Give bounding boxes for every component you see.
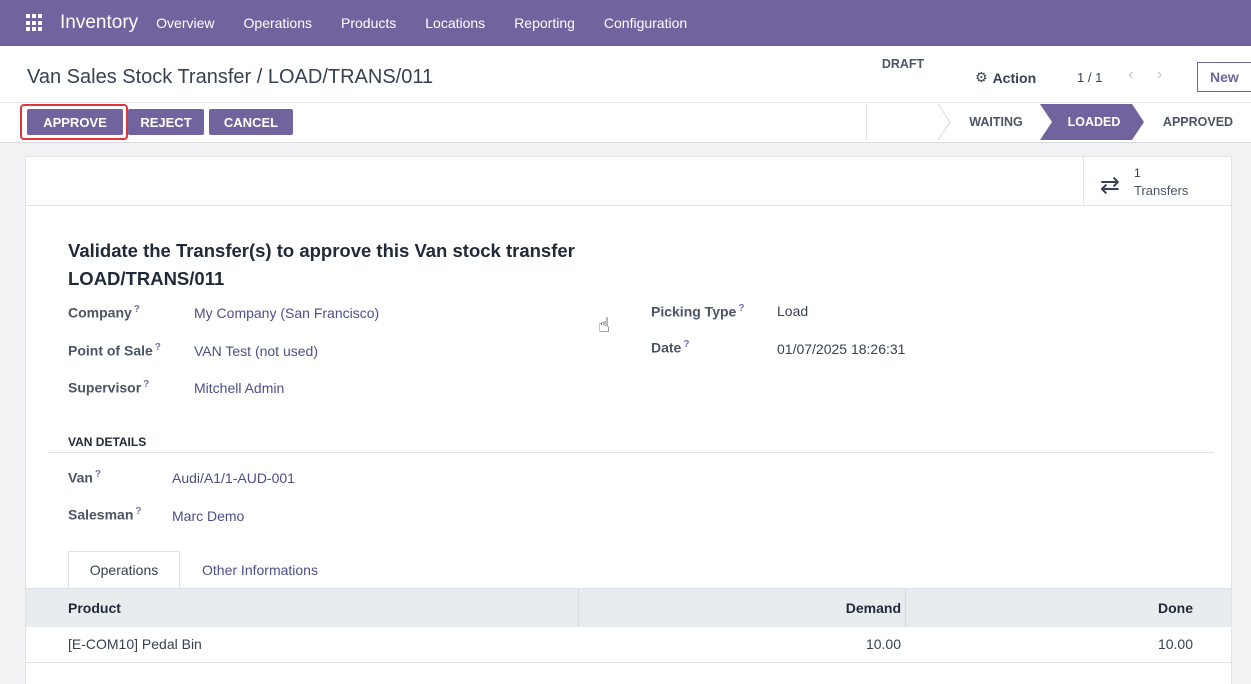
van-label-text: Van <box>68 469 93 486</box>
company-label-text: Company <box>68 304 132 321</box>
supervisor-value[interactable]: Mitchell Admin <box>194 380 284 396</box>
smart-button-box: ⇄ 1 Transfers <box>26 157 1231 206</box>
form-sheet: ⇄ 1 Transfers Validate the Transfer(s) t… <box>25 156 1232 684</box>
help-icon[interactable]: ? <box>143 379 149 390</box>
picking-type-value[interactable]: Load <box>777 303 808 319</box>
supervisor-label: Supervisor? <box>68 379 149 396</box>
cell-demand[interactable]: 10.00 <box>579 626 901 662</box>
control-panel: Van Sales Stock Transfer / LOAD/TRANS/01… <box>0 46 1251 143</box>
help-icon[interactable]: ? <box>683 339 689 350</box>
help-icon[interactable]: ? <box>95 469 101 480</box>
control-divider <box>0 102 1251 103</box>
pager-next-icon[interactable]: › <box>1157 66 1162 84</box>
picking-type-label: Picking Type? <box>651 303 744 320</box>
menu-operations[interactable]: Operations <box>244 15 312 31</box>
stage-draft[interactable]: DRAFT <box>868 46 938 82</box>
transfers-label: Transfers <box>1134 183 1189 198</box>
stage-waiting[interactable]: WAITING <box>952 104 1040 140</box>
point-of-sale-label: Point of Sale? <box>68 342 161 359</box>
apps-grid-icon[interactable] <box>26 14 44 32</box>
picking-type-label-text: Picking Type <box>651 303 737 320</box>
menu-products[interactable]: Products <box>341 15 396 31</box>
company-label: Company? <box>68 304 140 321</box>
help-icon[interactable]: ? <box>135 506 141 517</box>
supervisor-label-text: Supervisor <box>68 379 142 396</box>
company-value[interactable]: My Company (San Francisco) <box>194 305 379 321</box>
action-label: Action <box>992 69 1037 86</box>
menu-configuration[interactable]: Configuration <box>604 15 687 31</box>
table-header: Product Demand Done <box>26 588 1231 627</box>
van-label: Van? <box>68 469 101 486</box>
pager-previous-icon[interactable]: ‹ <box>1128 66 1133 84</box>
approve-highlight-box <box>20 104 128 140</box>
stage-approved[interactable]: APPROVED <box>1148 104 1248 140</box>
menu-overview[interactable]: Overview <box>156 15 214 31</box>
stage-loaded[interactable]: LOADED <box>1052 104 1136 140</box>
point-of-sale-label-text: Point of Sale <box>68 342 153 359</box>
column-product[interactable]: Product <box>68 589 121 627</box>
menu-locations[interactable]: Locations <box>425 15 485 31</box>
salesman-value[interactable]: Marc Demo <box>172 508 244 524</box>
stage-separator <box>938 104 951 140</box>
salesman-label-text: Salesman <box>68 506 134 523</box>
column-done[interactable]: Done <box>906 589 1193 627</box>
column-demand[interactable]: Demand <box>579 589 901 627</box>
cancel-button[interactable]: CANCEL <box>209 109 293 135</box>
help-icon[interactable]: ? <box>155 342 161 353</box>
reject-button[interactable]: REJECT <box>128 109 204 135</box>
status-divider <box>866 104 867 140</box>
help-icon[interactable]: ? <box>738 303 744 314</box>
breadcrumb[interactable]: Van Sales Stock Transfer / LOAD/TRANS/01… <box>27 66 433 89</box>
table-row[interactable]: [E-COM10] Pedal Bin 10.00 10.00 <box>26 626 1231 663</box>
tab-operations[interactable]: Operations <box>68 551 180 589</box>
point-of-sale-value[interactable]: VAN Test (not used) <box>194 343 318 359</box>
date-value[interactable]: 01/07/2025 18:26:31 <box>777 341 905 357</box>
action-button[interactable]: ⚙ Action <box>975 69 1036 86</box>
form-title: Validate the Transfer(s) to approve this… <box>68 240 575 289</box>
transfers-smart-button[interactable]: ⇄ 1 Transfers <box>1083 157 1230 205</box>
new-button[interactable]: New <box>1197 62 1251 92</box>
tab-other-informations[interactable]: Other Informations <box>180 551 340 589</box>
date-label-text: Date <box>651 339 682 356</box>
cell-done[interactable]: 10.00 <box>906 626 1193 662</box>
van-value[interactable]: Audi/A1/1-AUD-001 <box>172 470 295 486</box>
hand-cursor-icon: ☝ <box>598 315 611 337</box>
pager-value[interactable]: 1 / 1 <box>1077 70 1102 85</box>
menu-reporting[interactable]: Reporting <box>514 15 575 31</box>
salesman-label: Salesman? <box>68 506 141 523</box>
date-label: Date? <box>651 339 689 356</box>
transfers-count: 1 <box>1134 166 1141 180</box>
section-divider <box>48 452 1214 453</box>
top-navbar: Inventory Overview Operations Products L… <box>0 0 1251 46</box>
help-icon[interactable]: ? <box>134 304 140 315</box>
app-name[interactable]: Inventory <box>60 12 138 34</box>
transfer-arrows-icon: ⇄ <box>1100 172 1121 199</box>
gear-icon: ⚙ <box>975 69 988 85</box>
cell-product[interactable]: [E-COM10] Pedal Bin <box>68 626 202 662</box>
van-details-title: VAN DETAILS <box>68 435 147 449</box>
